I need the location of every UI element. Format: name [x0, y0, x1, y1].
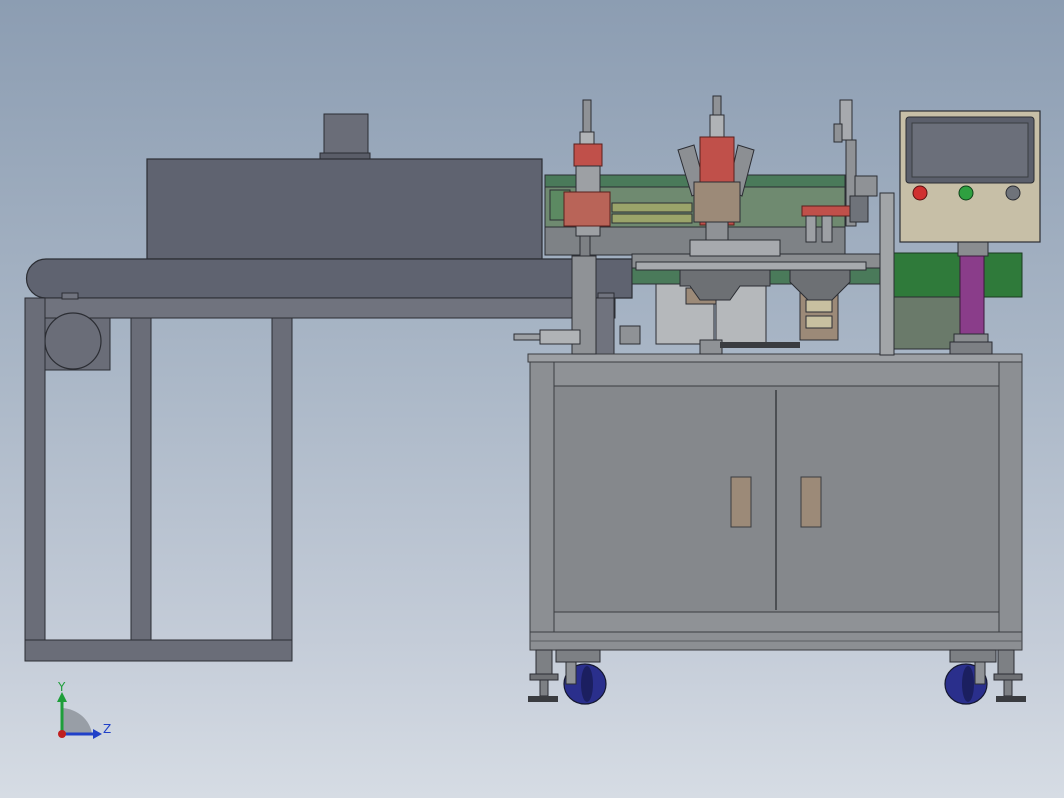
tunnel-housing [146, 158, 543, 260]
leg-left [24, 297, 46, 662]
caster-left [528, 649, 607, 705]
exhaust-stack [323, 113, 369, 157]
cabinet-post-right [998, 361, 1023, 651]
table-top [527, 353, 1023, 363]
start-button [958, 185, 974, 201]
door-handle-left [730, 476, 752, 528]
conveyor-rail [24, 297, 616, 319]
upright-post [879, 192, 895, 356]
cabinet-post-left [529, 361, 555, 651]
selector-switch [1005, 185, 1021, 201]
base-rail [24, 639, 293, 662]
hmi-screen [911, 122, 1029, 178]
main-cabinet [527, 353, 1023, 651]
stop-button [912, 185, 928, 201]
coordinate-triad: Y Z [57, 680, 111, 739]
stack-flange [319, 152, 371, 160]
hmi-support-column [959, 255, 985, 337]
origin-point [58, 730, 66, 738]
leg-mid [130, 317, 152, 641]
leg-right [271, 317, 293, 662]
z-axis-label: Z [103, 722, 111, 736]
y-axis-label: Y [57, 680, 66, 694]
door-handle-right [800, 476, 822, 528]
drive-pulley [44, 312, 102, 370]
caster-right [944, 649, 1026, 705]
conveyor-belt-body [25, 258, 633, 299]
machine-assembly-drawing: Y Z [24, 95, 1041, 739]
cad-viewport[interactable]: Y Z [0, 0, 1064, 798]
green-side-panel [879, 252, 1023, 298]
